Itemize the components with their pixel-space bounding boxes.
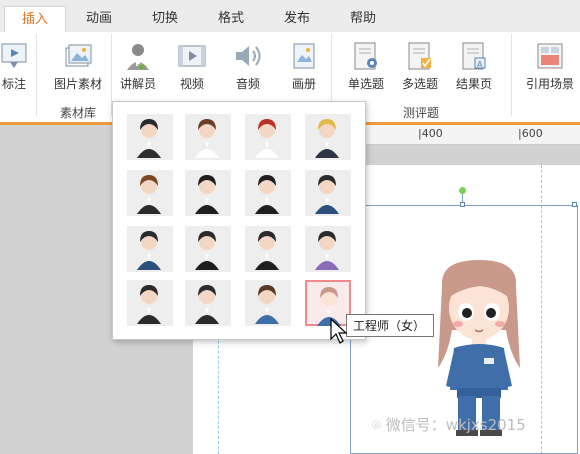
annotate-icon [1, 43, 27, 68]
narrator-thumb-male-presenter-4[interactable] [185, 226, 231, 272]
audio-button[interactable]: 音频 [228, 40, 268, 92]
image-material-label: 图片素材 [53, 77, 102, 91]
single-choice-label: 单选题 [347, 77, 384, 91]
narrator-thumb-male-presenter-5[interactable] [245, 226, 291, 272]
resize-handle[interactable] [460, 202, 465, 207]
tab-publish[interactable]: 发布 [266, 6, 328, 32]
narrator-label: 讲解员 [119, 77, 156, 91]
tab-animation[interactable]: 动画 [70, 6, 128, 32]
separator [36, 34, 37, 116]
narrator-thumb-female-presenter-1[interactable] [185, 170, 231, 216]
character-avatar-icon [195, 119, 219, 158]
narrator-thumb-male-presenter-1[interactable] [127, 170, 173, 216]
narrator-popup [112, 101, 366, 340]
character-avatar-icon [195, 231, 219, 270]
ruler-mark-600: |600 [518, 127, 543, 140]
annotate-label: 标注 [1, 77, 26, 91]
narrator-thumb-male-glasses[interactable] [305, 226, 351, 272]
album-icon [293, 43, 315, 69]
narrator-thumb-male-presenter-2[interactable] [305, 170, 351, 216]
svg-text:A: A [477, 60, 483, 69]
character-avatar-icon [315, 119, 339, 158]
narrator-thumb-male-manager[interactable] [185, 280, 231, 326]
annotate-button[interactable]: 标注 [0, 40, 34, 92]
watermark: ⌾ 微信号：wkjxs2015 [372, 414, 526, 435]
multi-choice-icon [408, 42, 431, 70]
character-avatar-icon [315, 231, 339, 270]
reference-scene-icon [537, 43, 563, 69]
character-avatar-icon [137, 119, 161, 158]
character-avatar-icon [137, 231, 161, 270]
tab-transition[interactable]: 切换 [134, 6, 196, 32]
character-avatar-icon [255, 119, 279, 158]
result-page-label: 结果页 [455, 77, 492, 91]
tab-format[interactable]: 格式 [200, 6, 262, 32]
wechat-icon: ⌾ [372, 416, 382, 434]
image-icon [65, 44, 92, 67]
video-label: 视频 [179, 77, 204, 91]
audio-label: 音频 [235, 77, 260, 91]
tab-help[interactable]: 帮助 [332, 6, 394, 32]
multi-choice-button[interactable]: 多选题 [398, 40, 442, 92]
separator [511, 34, 512, 116]
reference-scene-label: 引用场景 [525, 77, 574, 91]
character-avatar-icon [137, 175, 161, 214]
ribbon-tab-bar: 插入 动画 切换 格式 发布 帮助 [0, 0, 580, 32]
character-avatar-icon [195, 285, 219, 324]
character-avatar-icon [137, 285, 161, 324]
resize-handle[interactable] [572, 202, 577, 207]
tooltip: 工程师（女） [346, 314, 435, 337]
quiz-group-label: 测评题 [402, 106, 439, 120]
horizontal-ruler: |400 |600 [355, 125, 580, 145]
single-choice-button[interactable]: 单选题 [344, 40, 388, 92]
narrator-thumb-female-exec-2[interactable] [185, 114, 231, 160]
narrator-thumb-male-presenter-3[interactable] [127, 226, 173, 272]
result-page-button[interactable]: A 结果页 [452, 40, 496, 92]
narrator-icon [127, 44, 149, 70]
character-avatar-icon [255, 175, 279, 214]
video-button[interactable]: 视频 [172, 40, 212, 92]
character-avatar-icon [255, 285, 279, 324]
album-label: 画册 [291, 77, 316, 91]
narrator-thumb-male-small[interactable] [127, 280, 173, 326]
narrator-thumb-female-exec-4[interactable] [305, 114, 351, 160]
narrator-thumb-female-presenter-2[interactable] [245, 170, 291, 216]
character-avatar-icon [255, 231, 279, 270]
narrator-thumb-male-boy[interactable] [245, 280, 291, 326]
narrator-button[interactable]: 讲解员 [116, 40, 160, 92]
single-choice-icon [354, 42, 377, 70]
speaker-icon [236, 46, 261, 66]
female-engineer-character[interactable] [428, 258, 530, 438]
narrator-thumb-female-exec-3[interactable] [245, 114, 291, 160]
material-library-group-label: 素材库 [59, 106, 96, 120]
tab-insert[interactable]: 插入 [4, 6, 66, 32]
rotate-handle[interactable] [459, 187, 466, 194]
result-page-icon: A [462, 42, 486, 70]
video-icon [178, 45, 206, 67]
ruler-mark-400: |400 [418, 127, 443, 140]
album-button[interactable]: 画册 [284, 40, 324, 92]
reference-scene-button[interactable]: 引用场景 [522, 40, 578, 92]
character-avatar-icon [315, 175, 339, 214]
narrator-thumb-female-exec-1[interactable] [127, 114, 173, 160]
mouse-cursor-icon [330, 318, 348, 344]
character-avatar-icon [195, 175, 219, 214]
multi-choice-label: 多选题 [401, 77, 438, 91]
image-material-button[interactable]: 图片素材 [50, 40, 106, 92]
watermark-text: 微信号：wkjxs2015 [385, 416, 526, 434]
